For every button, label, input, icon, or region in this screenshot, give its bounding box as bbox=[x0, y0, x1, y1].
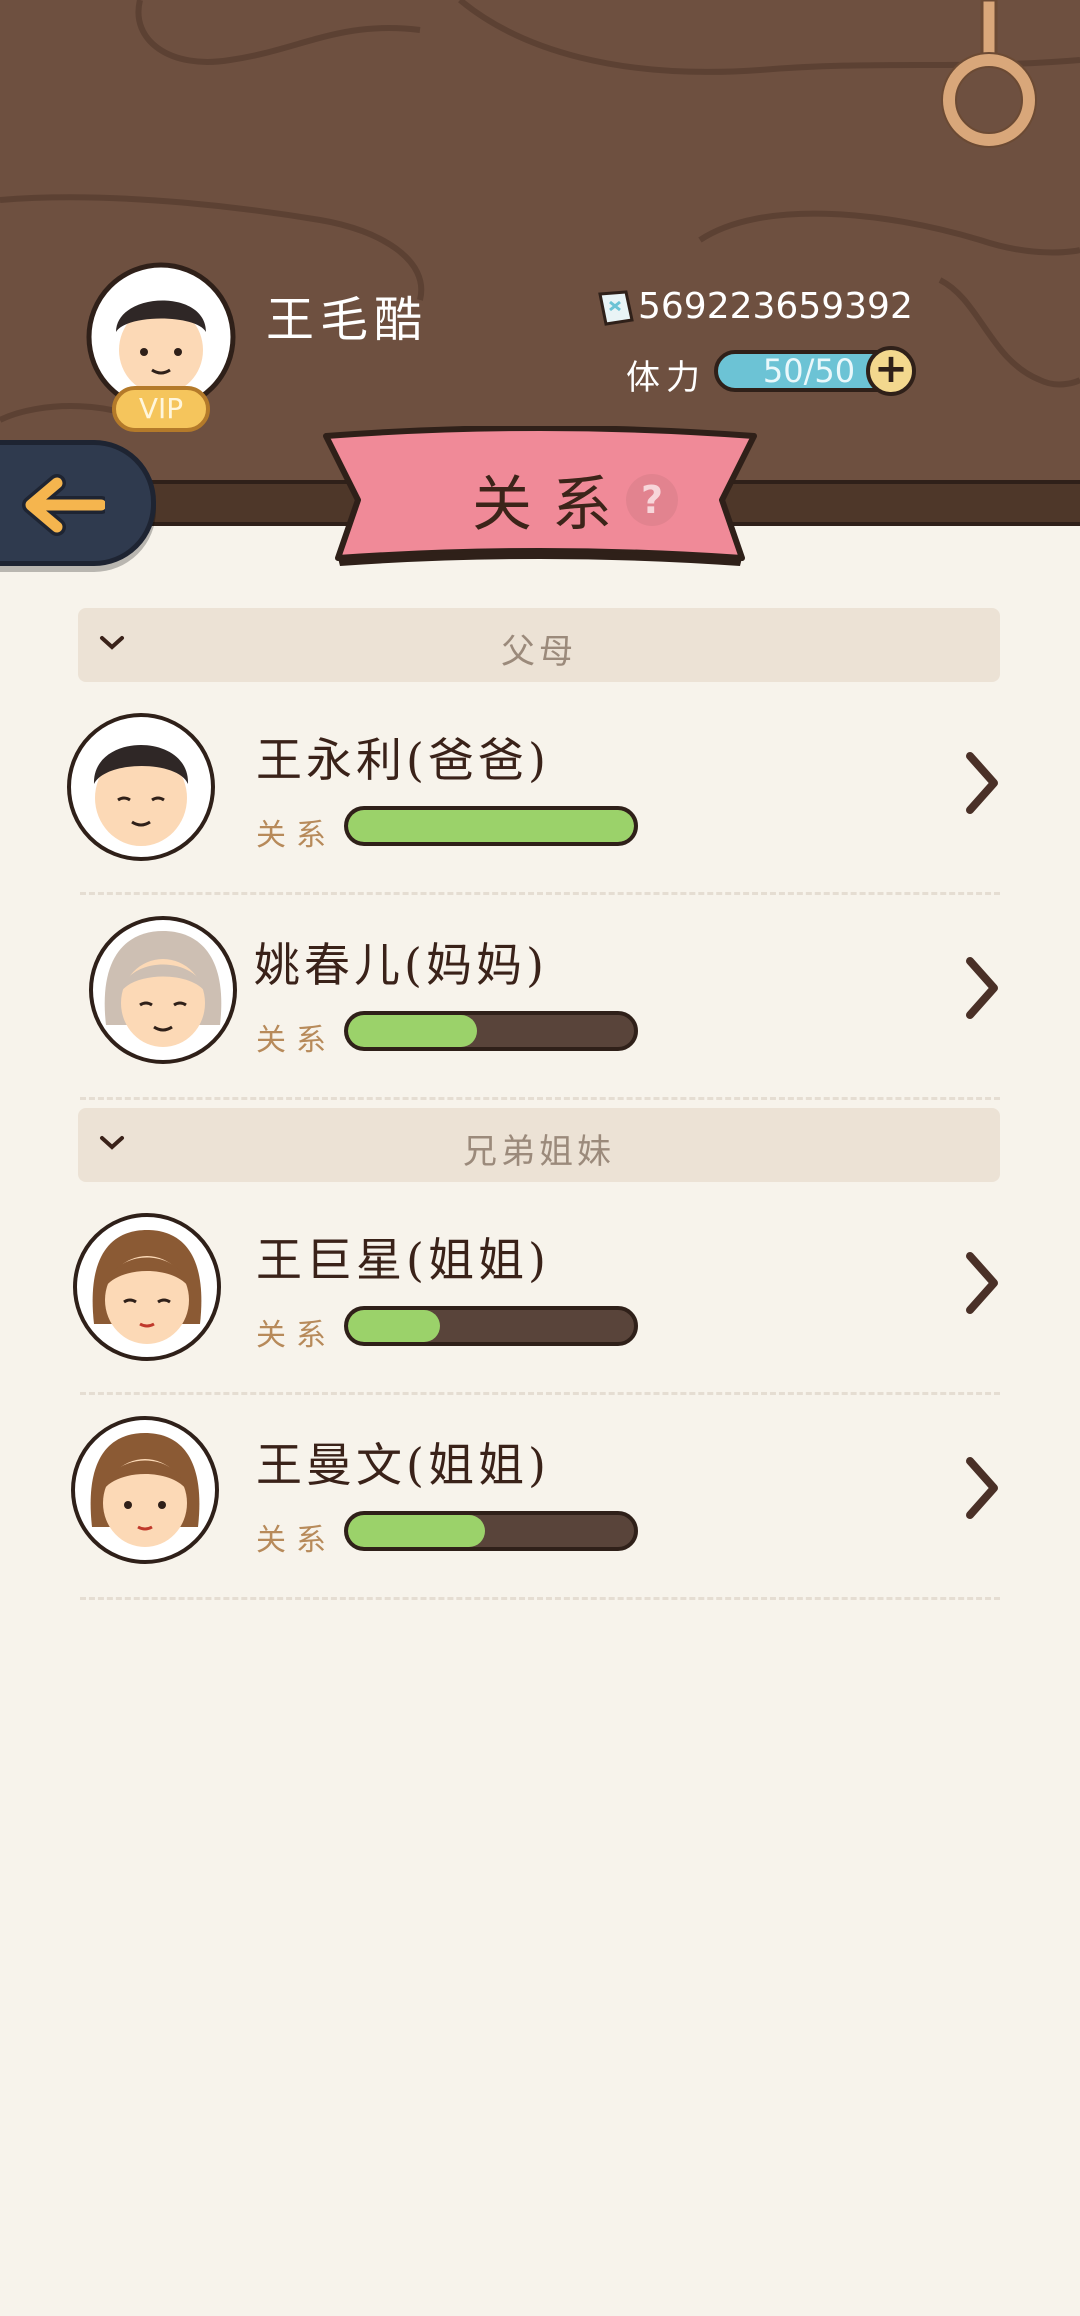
relationship-bar bbox=[344, 1306, 638, 1346]
arrow-left-icon bbox=[22, 474, 105, 536]
chevron-right-icon[interactable] bbox=[962, 953, 1002, 1023]
relationship-bar bbox=[344, 1511, 638, 1551]
add-stamina-button[interactable]: + bbox=[866, 346, 916, 396]
row-divider bbox=[80, 892, 1000, 895]
page-title: 关系 bbox=[472, 470, 632, 540]
mother-avatar bbox=[89, 916, 237, 1064]
member-name: 王巨星(姐姐) bbox=[256, 1233, 550, 1287]
relationship-fill bbox=[348, 810, 634, 842]
chevron-right-icon[interactable] bbox=[962, 1248, 1002, 1318]
currency-amount: 569223659392 bbox=[638, 286, 913, 327]
chevron-right-icon[interactable] bbox=[962, 748, 1002, 818]
back-button[interactable] bbox=[0, 440, 156, 566]
member-name: 王曼文(姐姐) bbox=[256, 1438, 550, 1492]
ticket-icon bbox=[598, 290, 634, 326]
player-name: 王毛酷 bbox=[266, 292, 429, 348]
member-row[interactable]: 王曼文(姐姐) 关系 bbox=[0, 1405, 1080, 1609]
chevron-right-icon[interactable] bbox=[962, 1453, 1002, 1523]
member-row[interactable]: 王巨星(姐姐) 关系 bbox=[0, 1200, 1080, 1404]
section-label: 兄弟姐妹 bbox=[463, 1132, 615, 1172]
row-divider bbox=[80, 1392, 1000, 1395]
member-row[interactable]: 姚春儿(妈妈) 关系 bbox=[0, 905, 1080, 1109]
relationship-fill bbox=[348, 1515, 486, 1547]
sister-avatar bbox=[73, 1213, 221, 1361]
relationship-label: 关系 bbox=[256, 1318, 336, 1353]
relationship-fill bbox=[348, 1310, 440, 1342]
relationship-fill bbox=[348, 1015, 477, 1047]
row-divider bbox=[80, 1597, 1000, 1600]
sister-avatar bbox=[71, 1416, 219, 1564]
relationship-label: 关系 bbox=[256, 1023, 336, 1058]
hanging-ring-icon bbox=[941, 0, 1037, 148]
section-parents[interactable]: 父母 bbox=[78, 608, 1000, 682]
relationship-label: 关系 bbox=[256, 1523, 336, 1558]
member-name: 王永利(爸爸) bbox=[256, 733, 550, 787]
section-label: 父母 bbox=[501, 632, 577, 672]
member-row[interactable]: 王永利(爸爸) 关系 bbox=[0, 700, 1080, 904]
section-siblings[interactable]: 兄弟姐妹 bbox=[78, 1108, 1000, 1182]
relationship-bar bbox=[344, 1011, 638, 1051]
member-name: 姚春儿(妈妈) bbox=[254, 938, 548, 992]
row-divider bbox=[80, 1097, 1000, 1100]
father-avatar bbox=[67, 713, 215, 861]
relationship-bar bbox=[344, 806, 638, 846]
vip-badge: VIP bbox=[112, 386, 210, 432]
relationship-label: 关系 bbox=[256, 818, 336, 853]
help-icon[interactable]: ? bbox=[626, 474, 678, 526]
stamina-label: 体力 bbox=[626, 358, 706, 398]
